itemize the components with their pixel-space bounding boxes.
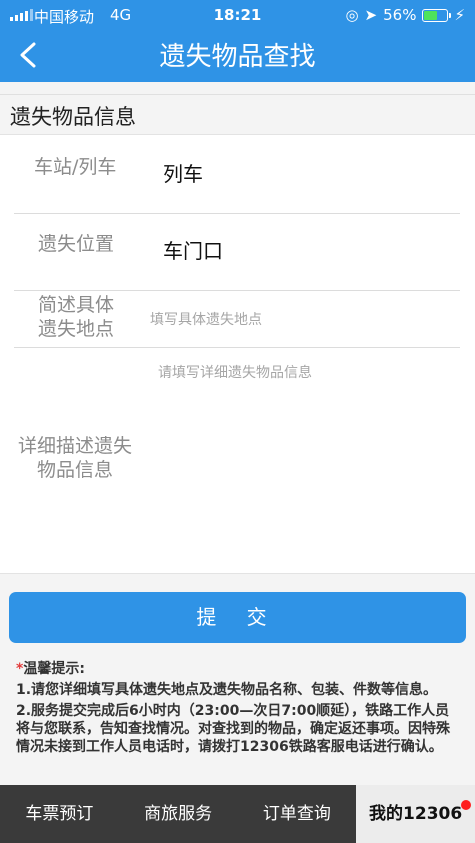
charging-icon: ⚡ <box>454 6 465 24</box>
brief-label-line2: 遗失地点 <box>38 318 115 340</box>
tab-ticket-booking[interactable]: 车票预订 <box>0 785 119 843</box>
detail-row: 请填写详细遗失物品信息 详细描述遗失 物品信息 <box>0 348 475 574</box>
tab-order-query[interactable]: 订单查询 <box>238 785 357 843</box>
location-icon: ➤ <box>364 6 378 24</box>
top-bar: 中国移动 4G 18:21 ◎ ➤ 56% ⚡ 遗失物品查找 <box>0 0 475 82</box>
detail-label: 详细描述遗失 物品信息 <box>18 434 132 482</box>
station-label: 车站/列车 <box>34 156 117 178</box>
submit-button[interactable]: 提 交 <box>9 592 466 643</box>
tab-business-travel[interactable]: 商旅服务 <box>119 785 238 843</box>
tips-title-text: 温馨提示: <box>23 661 85 677</box>
brief-location-input[interactable]: 填写具体遗失地点 <box>150 309 262 329</box>
station-row[interactable]: 车站/列车 列车 <box>0 135 475 213</box>
status-bar: 中国移动 4G 18:21 ◎ ➤ 56% ⚡ <box>0 0 475 32</box>
tips-section: *温馨提示: 1.请您详细填写具体遗失地点及遗失物品名称、包装、件数等信息。 2… <box>16 660 462 756</box>
brief-location-row: 简述具体 遗失地点 填写具体遗失地点 <box>0 291 475 347</box>
location-row[interactable]: 遗失位置 车门口 <box>0 214 475 290</box>
brief-location-label: 简述具体 遗失地点 <box>38 293 114 341</box>
station-value[interactable]: 列车 <box>163 158 203 187</box>
tab-my-12306[interactable]: 我的12306 <box>356 785 475 843</box>
battery-percent: 56% <box>383 6 417 24</box>
battery-icon <box>422 8 452 22</box>
bottom-tab-bar: 车票预订 商旅服务 订单查询 我的12306 <box>0 785 475 843</box>
page-title: 遗失物品查找 <box>159 42 316 72</box>
detail-input[interactable]: 请填写详细遗失物品信息 <box>158 362 312 382</box>
tab-my-12306-label: 我的12306 <box>369 804 463 824</box>
detail-label-line1: 详细描述遗失 <box>18 435 133 457</box>
lost-item-form: 车站/列车 列车 遗失位置 车门口 简述具体 遗失地点 填写具体遗失地点 请填写… <box>0 134 475 574</box>
tips-title: *温馨提示: <box>16 660 462 678</box>
tip-item-2: 2.服务提交完成后6小时内（23:00—次日7:00顺延），铁路工作人员将与您联… <box>16 703 450 755</box>
section-header: 遗失物品信息 <box>0 94 475 134</box>
brief-label-line1: 简述具体 <box>38 294 115 316</box>
section-title: 遗失物品信息 <box>10 105 136 129</box>
location-label: 遗失位置 <box>38 233 115 255</box>
notification-badge <box>461 800 471 810</box>
detail-label-line2: 物品信息 <box>37 459 114 481</box>
orientation-lock-icon: ◎ <box>345 6 359 24</box>
tip-item-1: 1.请您详细填写具体遗失地点及遗失物品名称、包装、件数等信息。 <box>16 682 438 698</box>
location-value[interactable]: 车门口 <box>163 235 223 264</box>
